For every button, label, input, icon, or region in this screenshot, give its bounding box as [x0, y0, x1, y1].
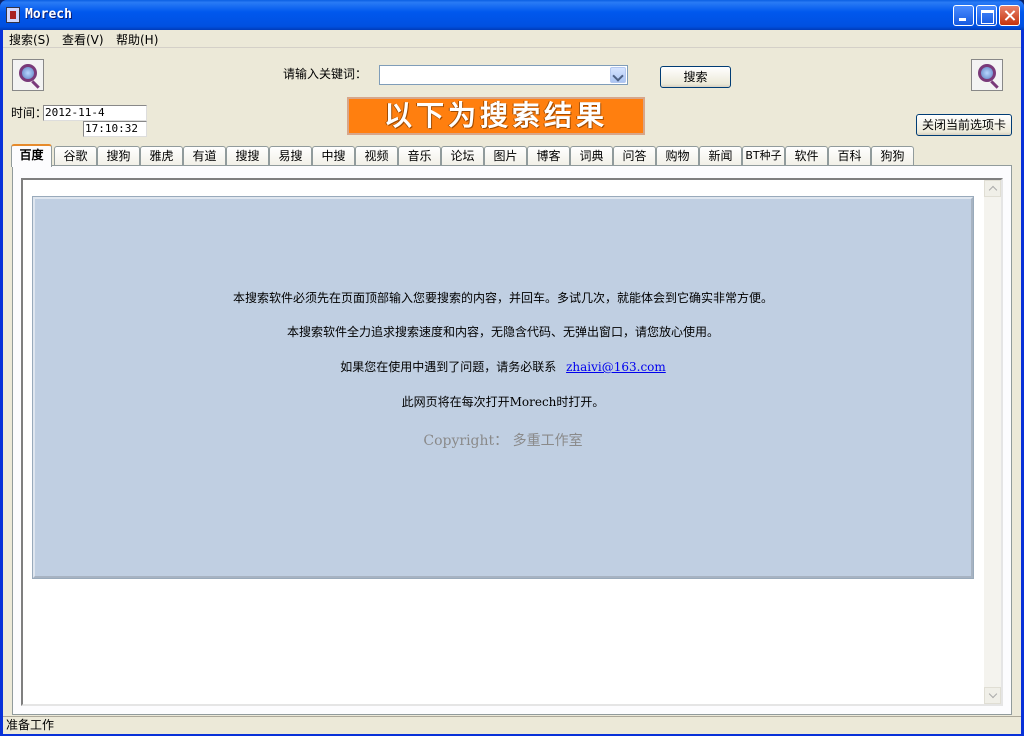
tab-sogou[interactable]: 搜狗 — [97, 146, 140, 166]
menu-view[interactable]: 查看(V) — [62, 31, 104, 48]
keyword-label: 请输入关键词： — [283, 67, 368, 81]
results-banner: 以下为搜索结果 — [347, 97, 645, 135]
tab-images[interactable]: 图片 — [484, 146, 527, 166]
tab-yahoo[interactable]: 雅虎 — [140, 146, 183, 166]
scroll-up-icon[interactable] — [984, 180, 1001, 197]
tab-forum[interactable]: 论坛 — [441, 146, 484, 166]
app-icon[interactable] — [6, 7, 20, 23]
search-button[interactable]: 搜索 — [660, 66, 731, 88]
clock-field: 17:10:32 — [83, 121, 147, 137]
status-bar: 准备工作 — [3, 716, 1021, 734]
tab-music[interactable]: 音乐 — [398, 146, 441, 166]
info-line-2: 本搜索软件全力追求搜索速度和内容，无隐含代码、无弹出窗口，请您放心使用。 — [286, 325, 719, 339]
close-tab-button[interactable]: 关闭当前选项卡 — [916, 114, 1012, 136]
menu-search[interactable]: 搜索(S) — [9, 31, 50, 48]
tab-google[interactable]: 谷歌 — [54, 146, 97, 166]
window-title: Morech — [25, 7, 72, 22]
keyword-combobox[interactable] — [379, 65, 628, 85]
app-window: Morech 搜索(S) 查看(V) 帮助(H) 请输入关键词： 搜索 时间： … — [0, 0, 1024, 736]
tab-baike[interactable]: 百科 — [828, 146, 871, 166]
client-area: 搜索(S) 查看(V) 帮助(H) 请输入关键词： 搜索 时间： 2012-11… — [3, 30, 1021, 734]
tab-video[interactable]: 视频 — [355, 146, 398, 166]
time-label: 时间： — [11, 106, 48, 120]
tab-yisou[interactable]: 易搜 — [269, 146, 312, 166]
minimize-button[interactable] — [953, 5, 974, 26]
dropdown-arrow-icon[interactable] — [610, 67, 626, 83]
tab-page: 本搜索软件必须先在页面顶部输入您要搜索的内容，并回车。多试几次，就能体会到它确实… — [12, 165, 1012, 715]
tab-zhongsou[interactable]: 中搜 — [312, 146, 355, 166]
title-bar[interactable]: Morech — [0, 0, 1024, 30]
tab-blog[interactable]: 博客 — [527, 146, 570, 166]
info-line-1: 本搜索软件必须先在页面顶部输入您要搜索的内容，并回车。多试几次，就能体会到它确实… — [232, 291, 773, 305]
info-line-3: 如果您在使用中遇到了问题，请务必联系 zhaivi@163.com — [35, 358, 971, 375]
tab-youdao[interactable]: 有道 — [183, 146, 226, 166]
magnifier-logo-icon-right — [971, 59, 1003, 91]
info-panel: 本搜索软件必须先在页面顶部输入您要搜索的内容，并回车。多试几次，就能体会到它确实… — [32, 196, 974, 579]
tab-baidu[interactable]: 百度 — [11, 144, 52, 167]
tab-bt[interactable]: BT种子 — [742, 146, 785, 166]
contact-text: 如果您在使用中遇到了问题，请务必联系 — [340, 360, 557, 374]
date-field: 2012-11-4 — [43, 105, 147, 121]
tab-software[interactable]: 软件 — [785, 146, 828, 166]
tab-gougou[interactable]: 狗狗 — [871, 146, 914, 166]
search-engine-tabs: 百度 谷歌 搜狗 雅虎 有道 搜搜 易搜 中搜 视频 音乐 论坛 图片 博客 词… — [11, 144, 1015, 167]
magnifier-logo-icon — [12, 59, 44, 91]
scroll-down-icon[interactable] — [984, 687, 1001, 704]
menu-help[interactable]: 帮助(H) — [116, 31, 158, 48]
maximize-button[interactable] — [976, 5, 997, 26]
contact-email-link[interactable]: zhaivi@163.com — [566, 360, 666, 374]
menu-bar: 搜索(S) 查看(V) 帮助(H) — [3, 30, 1021, 48]
web-content[interactable]: 本搜索软件必须先在页面顶部输入您要搜索的内容，并回车。多试几次，就能体会到它确实… — [21, 178, 1003, 706]
info-line-4: 此网页将在每次打开Morech时打开。 — [401, 395, 605, 409]
close-button[interactable] — [999, 5, 1020, 26]
tab-qa[interactable]: 问答 — [613, 146, 656, 166]
vertical-scrollbar[interactable] — [984, 180, 1001, 704]
tab-news[interactable]: 新闻 — [699, 146, 742, 166]
copyright: Copyright： 多重工作室 — [423, 433, 583, 449]
tab-soso[interactable]: 搜搜 — [226, 146, 269, 166]
tab-shopping[interactable]: 购物 — [656, 146, 699, 166]
tab-dictionary[interactable]: 词典 — [570, 146, 613, 166]
